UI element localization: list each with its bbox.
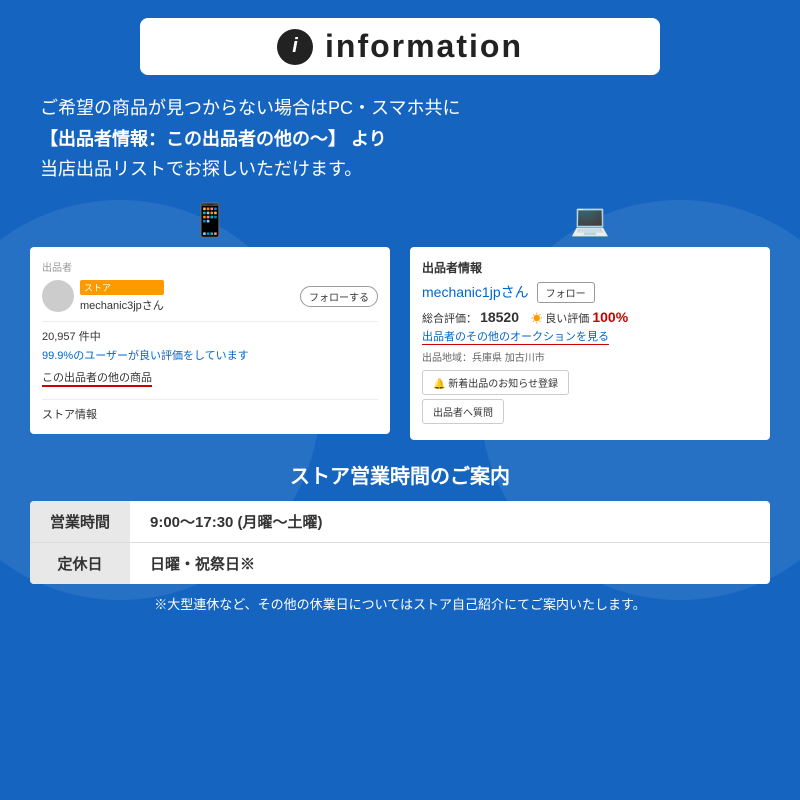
left-follow-button[interactable]: フォローする <box>300 286 378 307</box>
right-follow-button[interactable]: フォロー <box>537 282 595 303</box>
right-seller-row: mechanic1jpさん フォロー <box>422 282 758 303</box>
avatar <box>42 280 74 312</box>
mobile-panel: 出品者 ストア mechanic3jpさん フォローする 20,957 件中 9… <box>30 247 390 434</box>
panel-seller-row: ストア mechanic3jpさん フォローする <box>42 280 378 313</box>
note-text: ※大型連休など、その他の休業日についてはストア自己紹介にてご案内いたします。 <box>30 594 770 613</box>
info-header: i information <box>140 18 660 75</box>
hours-table: 営業時間 9:00〜17:30 (月曜〜土曜) 定休日 日曜・祝祭日※ <box>30 501 770 584</box>
hours-row-closed: 定休日 日曜・祝祭日※ <box>30 543 770 584</box>
store-hours-title: ストア営業時間のご案内 <box>30 460 770 489</box>
right-panel-title: 出品者情報 <box>422 259 758 276</box>
screenshots-row: 📱 出品者 ストア mechanic3jpさん フォローする 20,957 件中… <box>30 201 770 440</box>
mobile-icon: 📱 <box>190 201 230 239</box>
right-seller-name: mechanic1jpさん <box>422 282 529 302</box>
store-badge: ストア <box>80 280 164 295</box>
pc-icon: 💻 <box>570 201 610 239</box>
header-title: information <box>325 28 523 65</box>
panel-seller-left: ストア mechanic3jpさん <box>42 280 164 313</box>
panel-seller-link[interactable]: この出品者の他の商品 <box>42 369 152 387</box>
description-text: ご希望の商品が見つからない場合はPC・スマホ共に 【出品者情報：この出品者の他の… <box>30 93 770 185</box>
hours-value-closed: 日曜・祝祭日※ <box>130 543 275 584</box>
region-label: 出品地域：兵庫県 加古川市 <box>422 349 758 364</box>
hours-row-open: 営業時間 9:00〜17:30 (月曜〜土曜) <box>30 501 770 543</box>
mobile-column: 📱 出品者 ストア mechanic3jpさん フォローする 20,957 件中… <box>30 201 390 440</box>
left-seller-name: mechanic3jpさん <box>80 300 164 312</box>
panel-store-info: ストア情報 <box>42 406 378 422</box>
info-icon: i <box>277 29 313 65</box>
panel-section-label: 出品者 <box>42 259 378 274</box>
panel-rating: 99.9%のユーザーが良い評価をしています <box>42 347 378 363</box>
right-eval-row: 総合評価： 18520 ☀ 良い評価 100% <box>422 309 758 326</box>
panel-count: 20,957 件中 <box>42 328 378 344</box>
new-item-button[interactable]: 🔔 新着出品のお知らせ登録 <box>422 370 569 395</box>
hours-label-closed: 定休日 <box>30 543 130 584</box>
hours-value-open: 9:00〜17:30 (月曜〜土曜) <box>130 501 343 542</box>
pc-panel: 出品者情報 mechanic1jpさん フォロー 総合評価： 18520 ☀ 良… <box>410 247 770 440</box>
hours-label-open: 営業時間 <box>30 501 130 542</box>
question-button[interactable]: 出品者へ質問 <box>422 399 504 424</box>
auction-link[interactable]: 出品者のその他のオークションを見る <box>422 328 609 345</box>
pc-column: 💻 出品者情報 mechanic1jpさん フォロー 総合評価： 18520 ☀… <box>410 201 770 440</box>
